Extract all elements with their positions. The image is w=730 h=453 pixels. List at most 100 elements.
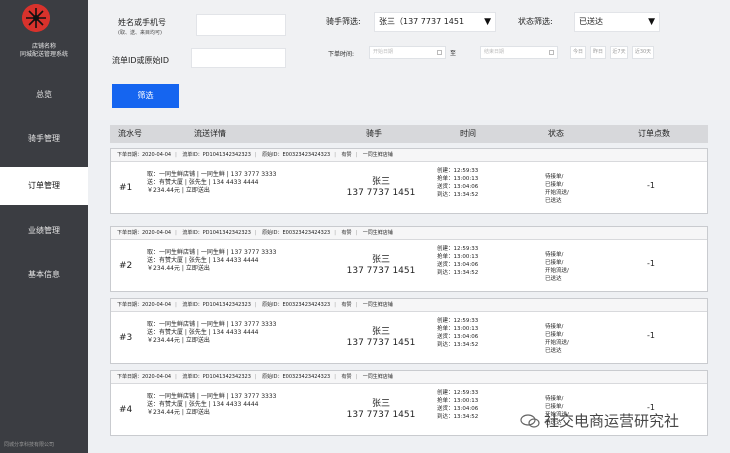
rider-name: 张三: [371, 399, 390, 409]
status-step: 已送达: [545, 348, 562, 354]
filter-panel: 姓名或手机号 (取、送、来目均可) 流单ID或原始ID 骑手筛选: 张三（137…: [88, 0, 730, 120]
status-step: 已接单/: [545, 182, 564, 188]
pickup-info: 取：一同生鲜店铺 | 一同生鲜 | 137 3777 3333: [147, 393, 277, 400]
status-cell: 待接单/ 已接单/ 开始流送/ 已送达: [545, 173, 569, 205]
status-step: 待接单/: [545, 396, 564, 402]
order-header: 下单日期：2020-04-04 | 流单ID：PD1041342342323 | 原…: [111, 299, 707, 312]
deliver-info: 送：有赞大厦 | 张先生 | 134 4433 4444: [147, 257, 259, 264]
sidebar-item-performance[interactable]: 业绩管理: [0, 212, 88, 250]
deliver-info: 送：有赞大厦 | 张先生 | 134 4433 4444: [147, 401, 259, 408]
platform: 有赞: [341, 302, 352, 308]
order-id: 流单ID：PD1041342342323: [182, 374, 251, 380]
order-amount: ￥234.44元 | 立即送出: [147, 409, 210, 416]
rider-cell: 张三 137 7737 1451: [341, 399, 421, 421]
col-points: 订单点数: [638, 129, 670, 138]
order-id: 流单ID：PD1041342342323: [182, 152, 251, 158]
shop: 一同生鲜店铺: [362, 302, 393, 308]
pickup-info: 取：一同生鲜店铺 | 一同生鲜 | 137 3777 3333: [147, 321, 277, 328]
status-select[interactable]: 已送达 ▼: [574, 12, 660, 32]
wechat-icon: [520, 414, 540, 428]
rider-select[interactable]: 张三（137 7737 1451 ▼: [374, 12, 496, 32]
raw-id: 原始ID：E00323423424323: [262, 374, 331, 380]
status-step: 待接单/: [545, 174, 564, 180]
order-date: 下单日期：2020-04-04: [117, 302, 172, 308]
start-date-input[interactable]: 开始日期: [369, 46, 446, 59]
status-step: 待接单/: [545, 252, 564, 258]
col-rider: 骑手: [366, 129, 382, 138]
dropdown-arrow-icon: ▼: [648, 17, 655, 27]
rider-name: 张三: [371, 177, 390, 187]
order-header: 下单日期：2020-04-04 | 流单ID：PD1041342342323 | 原…: [111, 227, 707, 240]
order-header: 下单日期：2020-04-04 | 流单ID：PD1041342342323 | 原…: [111, 149, 707, 162]
time-delivering: 送货：13:04:06: [437, 334, 479, 340]
shop-name: 店铺名称: [31, 43, 56, 50]
time-cell: 创建：12:59:33 抢单：13:00:13 送货：13:04:06 到达：1…: [437, 317, 478, 349]
sidebar-item-riders[interactable]: 骑手管理: [0, 120, 88, 158]
quick-range-7days[interactable]: 近7天: [610, 46, 628, 59]
order-id-input[interactable]: [191, 48, 286, 68]
order-amount: ￥234.44元 | 立即送出: [147, 187, 210, 194]
time-arrived: 到达：13:34:52: [437, 270, 479, 276]
start-date-placeholder: 开始日期: [373, 49, 394, 55]
time-created: 创建：12:59:33: [437, 390, 479, 396]
logo-icon: [22, 4, 50, 32]
order-points: -1: [647, 181, 655, 190]
order-detail: 取：一同生鲜店铺 | 一同生鲜 | 137 3777 3333 送：有赞大厦 |…: [147, 249, 276, 273]
time-grabbed: 抢单：13:00:13: [437, 326, 479, 332]
order-row[interactable]: 下单日期：2020-04-04 | 流单ID：PD1041342342323 | 原…: [110, 148, 708, 214]
status-step: 已接单/: [545, 260, 564, 266]
status-step: 开始流送/: [545, 268, 569, 274]
order-detail: 取：一同生鲜店铺 | 一同生鲜 | 137 3777 3333 送：有赞大厦 |…: [147, 171, 276, 195]
sidebar-item-overview[interactable]: 总览: [0, 76, 88, 114]
sidebar-item-orders[interactable]: 订单管理: [0, 167, 88, 205]
name-phone-input[interactable]: [196, 14, 286, 36]
time-grabbed: 抢单：13:00:13: [437, 176, 479, 182]
system-name: 同城配送管理系统: [19, 51, 68, 58]
end-date-input[interactable]: 结束日期: [480, 46, 558, 59]
col-status: 状态: [548, 129, 564, 138]
platform: 有赞: [341, 374, 352, 380]
raw-id: 原始ID：E00323423424323: [262, 230, 331, 236]
time-delivering: 送货：13:04:06: [437, 262, 479, 268]
rider-name: 张三: [371, 327, 390, 337]
order-detail: 取：一同生鲜店铺 | 一同生鲜 | 137 3777 3333 送：有赞大厦 |…: [147, 321, 276, 345]
deliver-info: 送：有赞大厦 | 张先生 | 134 4433 4444: [147, 329, 259, 336]
order-date: 下单日期：2020-04-04: [117, 152, 172, 158]
time-cell: 创建：12:59:33 抢单：13:00:13 送货：13:04:06 到达：1…: [437, 167, 478, 199]
order-date: 下单日期：2020-04-04: [117, 374, 172, 380]
status-step: 已送达: [545, 198, 562, 204]
pickup-info: 取：一同生鲜店铺 | 一同生鲜 | 137 3777 3333: [147, 249, 277, 256]
time-arrived: 到达：13:34:52: [437, 192, 479, 198]
platform: 有赞: [341, 230, 352, 236]
col-detail: 流送详情: [194, 129, 226, 138]
order-row[interactable]: 下单日期：2020-04-04 | 流单ID：PD1041342342323 | 原…: [110, 226, 708, 292]
deliver-info: 送：有赞大厦 | 张先生 | 134 4433 4444: [147, 179, 259, 186]
order-index: #3: [119, 333, 133, 343]
quick-range-yesterday[interactable]: 昨日: [590, 46, 606, 59]
time-created: 创建：12:59:33: [437, 246, 479, 252]
order-index: #1: [119, 183, 133, 193]
shop: 一同生鲜店铺: [362, 230, 393, 236]
order-id: 流单ID：PD1041342342323: [182, 230, 251, 236]
status-step: 已接单/: [545, 332, 564, 338]
status-cell: 待接单/ 已接单/ 开始流送/ 已送达: [545, 323, 569, 355]
time-grabbed: 抢单：13:00:13: [437, 254, 479, 260]
platform: 有赞: [341, 152, 352, 158]
sidebar: 店铺名称 同城配送管理系统 总览 骑手管理 订单管理 业绩管理 基本信息 同城分…: [0, 0, 88, 453]
calendar-icon: [549, 50, 554, 55]
quick-range-30days[interactable]: 近30天: [632, 46, 654, 59]
col-time: 时间: [460, 129, 476, 138]
status-cell: 待接单/ 已接单/ 开始流送/ 已送达: [545, 251, 569, 283]
sidebar-item-basic-info[interactable]: 基本信息: [0, 256, 88, 294]
status-step: 已送达: [545, 276, 562, 282]
time-delivering: 送货：13:04:06: [437, 184, 479, 190]
calendar-icon: [437, 50, 442, 55]
order-row[interactable]: 下单日期：2020-04-04 | 流单ID：PD1041342342323 | 原…: [110, 298, 708, 364]
rider-cell: 张三 137 7737 1451: [341, 177, 421, 199]
quick-range-today[interactable]: 今日: [570, 46, 586, 59]
status-select-value: 已送达: [579, 17, 603, 26]
sidebar-footer: 同城分享科技有限公司: [4, 442, 55, 448]
time-created: 创建：12:59:33: [437, 318, 479, 324]
order-id-label: 流单ID或原始ID: [112, 56, 170, 65]
filter-button[interactable]: 筛选: [112, 84, 179, 108]
